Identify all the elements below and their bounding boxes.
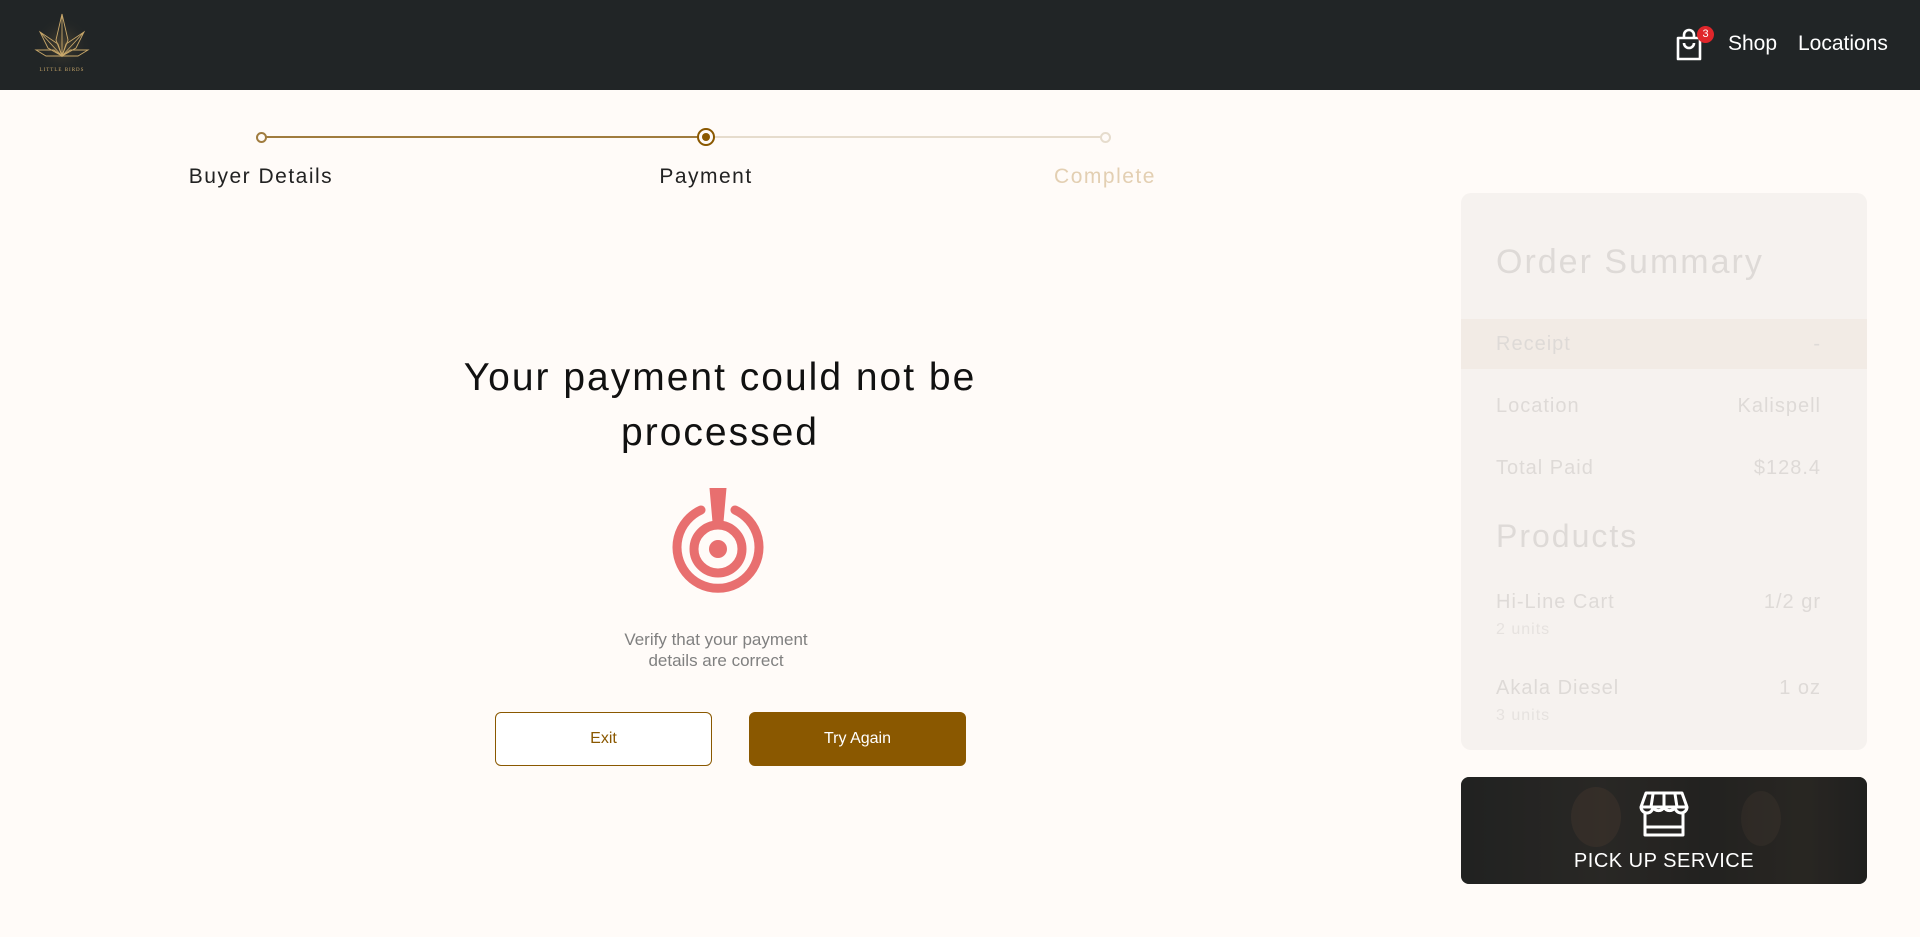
- pickup-service-card[interactable]: PICK UP SERVICE: [1461, 777, 1867, 884]
- step-dot-payment: [697, 128, 715, 146]
- step-label-complete: Complete: [1054, 165, 1156, 188]
- order-summary-panel: Order Summary Receipt - Location Kalispe…: [1461, 193, 1867, 750]
- receipt-value: -: [1813, 333, 1821, 355]
- exit-button[interactable]: Exit: [495, 712, 712, 766]
- total-paid-label: Total Paid: [1496, 457, 1594, 479]
- stepper-line-complete: [261, 136, 706, 138]
- products-title: Products: [1496, 518, 1639, 554]
- nav-shop-link[interactable]: Shop: [1728, 32, 1777, 56]
- product-qty: 1 oz: [1779, 677, 1821, 699]
- stepper-line-pending: [706, 136, 1106, 138]
- top-header: LITTLE BIRDS 3 Shop Locations: [0, 0, 1920, 90]
- pickup-service-label: PICK UP SERVICE: [1573, 850, 1755, 872]
- step-dot-complete: [1100, 132, 1111, 143]
- product-units: 3 units: [1496, 707, 1551, 724]
- cart-count-badge: 3: [1697, 26, 1714, 43]
- receipt-label: Receipt: [1496, 333, 1571, 355]
- alert-target-icon: [672, 488, 764, 593]
- product-name: Akala Diesel: [1496, 677, 1620, 699]
- cannabis-leaf-logo-icon: [34, 13, 90, 70]
- brand-logo[interactable]: LITTLE BIRDS: [32, 10, 92, 78]
- step-label-buyer-details[interactable]: Buyer Details: [141, 165, 381, 189]
- store-icon: [1639, 791, 1689, 837]
- product-qty: 1/2 gr: [1763, 591, 1821, 613]
- payment-error-title: Your payment could not be processed: [463, 356, 977, 454]
- payment-error-subtitle: Verify that your payment details are cor…: [624, 630, 808, 670]
- total-paid-value: $128.4: [1753, 457, 1821, 479]
- step-dot-buyer-details: [256, 132, 267, 143]
- try-again-button[interactable]: Try Again: [749, 712, 966, 766]
- order-summary-title: Order Summary: [1496, 243, 1764, 281]
- product-units: 2 units: [1496, 621, 1551, 638]
- product-name: Hi-Line Cart: [1496, 591, 1615, 613]
- step-label-payment: Payment: [659, 165, 753, 188]
- location-value: Kalispell: [1737, 395, 1821, 417]
- location-label: Location: [1496, 395, 1580, 417]
- nav-locations-link[interactable]: Locations: [1798, 32, 1888, 56]
- logo-text: LITTLE BIRDS: [39, 68, 85, 73]
